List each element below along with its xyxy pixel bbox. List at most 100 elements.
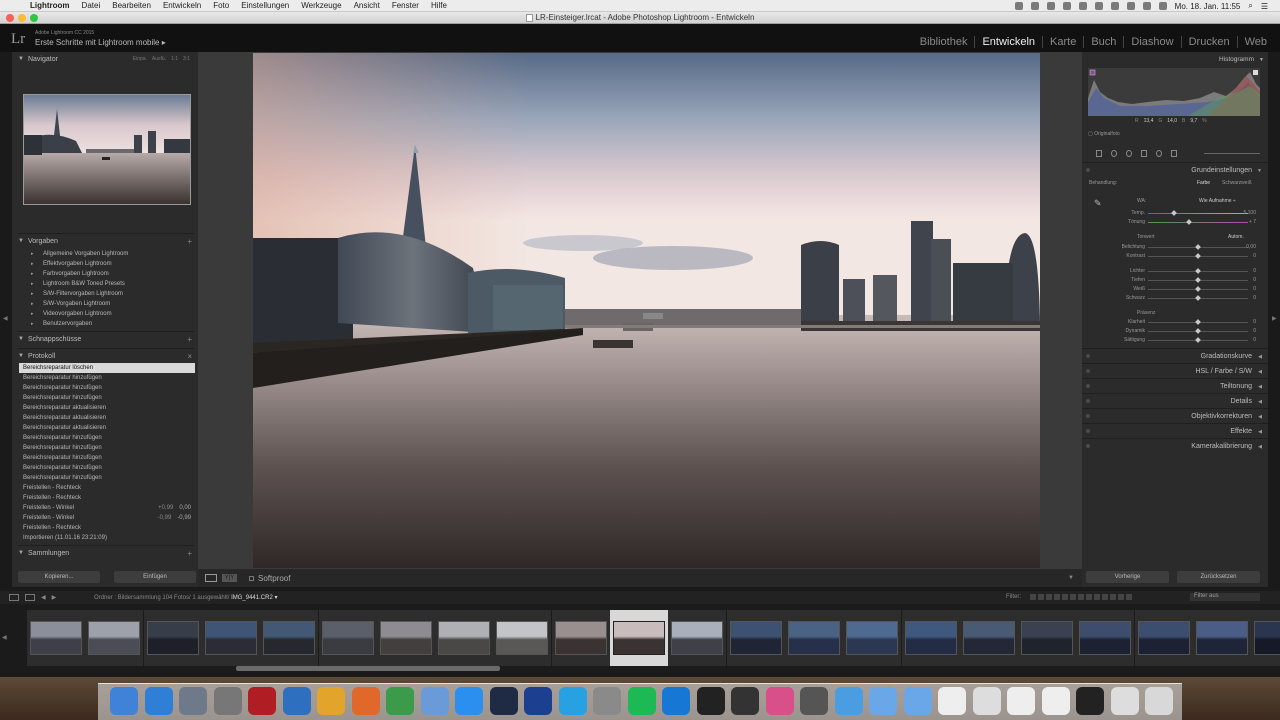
grid-view-icon[interactable] xyxy=(25,594,35,601)
presence-slider-value[interactable]: 0 xyxy=(1253,318,1256,327)
history-step[interactable]: Bereichsreparatur hinzufügen xyxy=(19,473,195,483)
panel-switch-icon[interactable] xyxy=(1086,354,1090,358)
develop-section-header[interactable]: Teiltonung ◀ xyxy=(1082,378,1268,393)
teamviewer-icon[interactable] xyxy=(662,687,690,715)
reset-button[interactable]: Zurücksetzen xyxy=(1177,571,1260,583)
develop-section-header[interactable]: Objektivkorrekturen ◀ xyxy=(1082,408,1268,423)
filmstrip-thumbnail[interactable] xyxy=(318,610,377,666)
history-step[interactable]: Freistellen - Rechteck xyxy=(19,493,195,503)
presence-slider-value[interactable]: 0 xyxy=(1253,336,1256,345)
filmstrip-thumbnail[interactable] xyxy=(201,610,260,666)
flag-icon[interactable] xyxy=(1142,2,1151,10)
menu-app-name[interactable]: Lightroom xyxy=(30,1,70,10)
filmstrip-thumbnail[interactable] xyxy=(843,610,902,666)
presence-slider[interactable]: Dynamik 0 xyxy=(1088,327,1260,336)
finder-icon[interactable] xyxy=(110,687,138,715)
flag-filter-icon[interactable] xyxy=(1070,594,1076,600)
filmstrip-thumbnail[interactable] xyxy=(668,610,727,666)
filmstrip-thumbnail[interactable] xyxy=(85,610,144,666)
tint-knob[interactable] xyxy=(1186,219,1192,225)
app-icon[interactable] xyxy=(731,687,759,715)
left-panel-toggle-icon[interactable]: ◀ xyxy=(3,315,8,322)
presence-slider-knob[interactable] xyxy=(1195,319,1201,325)
close-window-button[interactable] xyxy=(6,14,14,22)
develop-section-header[interactable]: Details ◀ xyxy=(1082,393,1268,408)
history-header[interactable]: ▼ Protokoll × xyxy=(18,350,194,362)
preset-folder[interactable]: Effektvorgaben Lightroom xyxy=(19,259,195,269)
status-icon-5[interactable] xyxy=(1078,2,1087,10)
module-map[interactable]: Karte xyxy=(1042,36,1083,48)
copy-settings-button[interactable]: Kopieren... xyxy=(18,571,100,583)
temp-value[interactable]: 5.100 xyxy=(1243,209,1256,218)
wb-preset-select[interactable]: Wie Aufnahme ÷ xyxy=(1199,198,1236,204)
tint-track[interactable] xyxy=(1148,222,1248,223)
forward-arrow-icon[interactable]: ▶ xyxy=(52,594,57,601)
preview-icon[interactable] xyxy=(179,687,207,715)
panel-switch-icon[interactable] xyxy=(1086,414,1090,418)
status-icon-4[interactable] xyxy=(1062,2,1071,10)
status-icon-6[interactable] xyxy=(1094,2,1103,10)
snapshots-header[interactable]: ▼ Schnappschüsse + xyxy=(18,333,194,345)
treatment-bw-option[interactable]: Schwarzweiß xyxy=(1222,180,1252,186)
previous-button[interactable]: Vorherige xyxy=(1086,571,1169,583)
zoom-fill[interactable]: Ausfü. xyxy=(152,56,166,62)
module-library[interactable]: Bibliothek xyxy=(913,36,975,48)
menubar-clock[interactable]: Mo. 18. Jan. 11:55 xyxy=(1175,2,1241,11)
history-step[interactable]: Bereichsreparatur hinzufügen xyxy=(19,463,195,473)
zoom-fit[interactable]: Einpa. xyxy=(133,56,147,62)
original-photo-toggle[interactable]: ▢ Originalfoto xyxy=(1088,131,1120,137)
filmstrip-thumbnail[interactable] xyxy=(1134,610,1193,666)
preset-folder[interactable]: S/W-Vorgaben Lightroom xyxy=(19,299,195,309)
menu-window[interactable]: Fenster xyxy=(392,1,419,10)
filmstrip-scroll-left-icon[interactable]: ◀ xyxy=(2,634,7,641)
mobile-getting-started[interactable]: Erste Schritte mit Lightroom mobile ▸ xyxy=(35,38,166,47)
filmstrip-thumbnail[interactable] xyxy=(610,610,668,666)
toolbar-menu-icon[interactable]: ▼ xyxy=(1068,575,1074,581)
color-label-icon[interactable] xyxy=(1094,594,1100,600)
tone-slider-knob[interactable] xyxy=(1195,286,1201,292)
presence-slider[interactable]: Klarheit 0 xyxy=(1088,318,1260,327)
add-preset-icon[interactable]: + xyxy=(187,237,192,246)
collapse-triangle-icon[interactable]: ▼ xyxy=(1259,57,1264,63)
app-store-icon[interactable] xyxy=(144,687,173,715)
module-book[interactable]: Buch xyxy=(1083,36,1123,48)
red-eye-tool-icon[interactable] xyxy=(1126,149,1133,157)
history-step[interactable]: Bereichsreparatur hinzufügen xyxy=(19,443,195,453)
filmstrip-source-breadcrumb[interactable]: Ordner : Bildersammlung 104 Fotos/ 1 aus… xyxy=(94,594,277,601)
history-step[interactable]: Bereichsreparatur hinzufügen xyxy=(19,453,195,463)
documents-folder-icon[interactable] xyxy=(869,687,897,715)
history-step[interactable]: Bereichsreparatur aktualisieren xyxy=(19,423,195,433)
status-icon-2[interactable] xyxy=(1030,2,1039,10)
panel-switch-icon[interactable] xyxy=(1086,429,1090,433)
develop-section-header[interactable]: Kamerakalibrierung ◀ xyxy=(1082,438,1268,453)
filmstrip-thumbnail[interactable] xyxy=(27,610,85,666)
minimize-window-button[interactable] xyxy=(18,14,26,22)
develop-section-header[interactable]: Gradationskurve ◀ xyxy=(1082,348,1268,363)
tone-slider[interactable]: Weiß 0 xyxy=(1088,285,1260,294)
tone-slider-knob[interactable] xyxy=(1195,244,1201,250)
develop-section-header[interactable]: HSL / Farbe / S/W ◀ xyxy=(1082,363,1268,378)
softproof-checkbox[interactable] xyxy=(249,575,254,581)
camera-icon[interactable] xyxy=(696,687,725,715)
menu-help[interactable]: Hilfe xyxy=(431,1,447,10)
zoom-3-1[interactable]: 3:1 xyxy=(183,56,190,62)
before-after-button[interactable]: Y|Y xyxy=(222,574,237,582)
right-panel-toggle-icon[interactable]: ▶ xyxy=(1272,315,1277,322)
menu-develop[interactable]: Entwickeln xyxy=(163,1,201,10)
filter-preset-select[interactable]: Filter aus xyxy=(1190,593,1260,601)
develop-section-header[interactable]: Effekte ◀ xyxy=(1082,423,1268,438)
printer-icon[interactable] xyxy=(1110,687,1139,715)
flag-filter-icon[interactable] xyxy=(1078,594,1084,600)
history-step[interactable]: Bereichsreparatur hinzufügen xyxy=(19,383,195,393)
terminal-icon[interactable] xyxy=(1076,687,1104,715)
history-step[interactable]: Freistellen - Rechteck xyxy=(19,483,195,493)
color-picker-icon[interactable] xyxy=(765,687,794,715)
filmstrip-scrollbar[interactable] xyxy=(236,666,500,671)
history-step[interactable]: Freistellen - Winkel +0,99 0,00 xyxy=(19,503,195,513)
tone-slider-value[interactable]: 0 xyxy=(1253,276,1256,285)
status-icon-3[interactable] xyxy=(1046,2,1055,10)
tone-slider-knob[interactable] xyxy=(1195,268,1201,274)
color-label-icon[interactable] xyxy=(1126,594,1132,600)
tint-value[interactable]: + 7 xyxy=(1249,218,1256,227)
filmstrip-thumbnail[interactable] xyxy=(143,610,202,666)
